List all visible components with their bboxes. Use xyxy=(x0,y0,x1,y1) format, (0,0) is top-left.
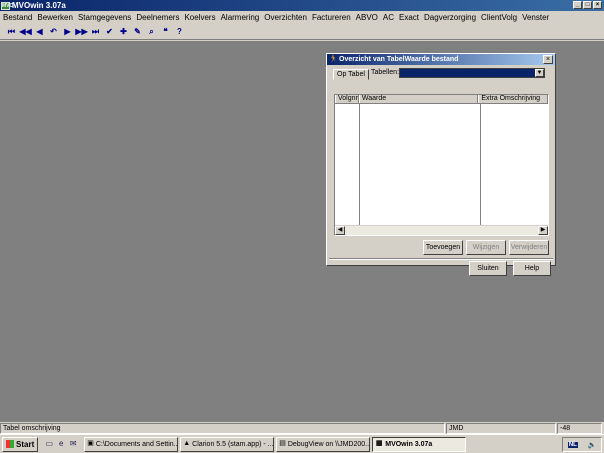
menu-koelvers[interactable]: Koelvers xyxy=(184,13,215,22)
status-bar: Tabel omschrijving JMD -48 xyxy=(0,423,604,434)
task-mvowin[interactable]: ▦ MVOwin 3.07a xyxy=(372,436,467,452)
status-user: JMD xyxy=(446,423,556,434)
menu-overzichten[interactable]: Overzichten xyxy=(264,13,307,22)
status-code: -48 xyxy=(557,423,602,434)
minimize-button[interactable]: _ xyxy=(573,1,582,9)
menu-clientvolg[interactable]: ClientVolg xyxy=(481,13,517,22)
prev-record-icon[interactable]: ◀ xyxy=(33,25,46,38)
toolbar: ⏮ ◀◀ ◀ ↶ ▶ ▶▶ ⏭ ✔ ✚ ✎ ⌕ ❝ ? xyxy=(0,24,604,40)
undo-icon[interactable]: ↶ xyxy=(47,25,60,38)
menu-bestand[interactable]: Bestand xyxy=(3,13,32,22)
prev-page-icon[interactable]: ◀◀ xyxy=(19,25,32,38)
menu-factureren[interactable]: Factureren xyxy=(312,13,351,22)
help-button[interactable]: Help xyxy=(513,261,551,276)
verwijderen-button[interactable]: Verwijderen xyxy=(509,240,549,255)
start-label: Start xyxy=(16,439,35,449)
quick-launch: ▭ e ✉ xyxy=(44,439,78,449)
tabellen-label: Tabellen: xyxy=(371,69,400,76)
task-explorer[interactable]: ▣ C:\Documents and Settin... xyxy=(84,436,179,452)
windows-logo-icon xyxy=(6,440,14,448)
desktop-icon[interactable]: ▭ xyxy=(44,439,54,449)
col-divider xyxy=(359,104,360,225)
dialog-title-bar: 🏃 Overzicht van TabelWaarde bestand xyxy=(327,54,555,65)
horizontal-scrollbar[interactable]: ◀ ▶ xyxy=(335,225,548,235)
task-label: Clarion 5.5 (stam.app) - ... xyxy=(192,440,274,448)
search-icon[interactable]: ⌕ xyxy=(145,25,158,38)
next-record-icon[interactable]: ▶ xyxy=(61,25,74,38)
mdi-area: 🏃 Overzicht van TabelWaarde bestand × Op… xyxy=(0,41,604,422)
dialog-separator xyxy=(329,258,553,260)
maximize-button[interactable]: □ xyxy=(583,1,592,9)
menu-alarmering[interactable]: Alarmering xyxy=(221,13,260,22)
menu-deelnemers[interactable]: Deelnemers xyxy=(136,13,179,22)
menu-ac[interactable]: AC xyxy=(383,13,394,22)
scroll-left-icon[interactable]: ◀ xyxy=(335,226,345,235)
clarion-icon: ▲ xyxy=(183,440,191,447)
language-indicator[interactable]: NL xyxy=(567,441,578,448)
title-bar: MVO MVOwin 3.07a _ □ × xyxy=(0,0,604,11)
edit-icon[interactable]: ✎ xyxy=(131,25,144,38)
sluiten-button[interactable]: Sluiten xyxy=(469,261,507,276)
scroll-right-icon[interactable]: ▶ xyxy=(538,226,548,235)
next-page-icon[interactable]: ▶▶ xyxy=(75,25,88,38)
task-label: C:\Documents and Settin... xyxy=(95,440,179,448)
data-grid[interactable]: Volgnr Waarde Extra Omschrijving ◀ ▶ xyxy=(334,94,549,236)
task-clarion[interactable]: ▲ Clarion 5.5 (stam.app) - ... xyxy=(180,436,275,452)
dialog-close-button[interactable]: × xyxy=(543,55,553,64)
task-label: DebugView on \\JMD200... xyxy=(287,440,371,448)
quote-icon[interactable]: ❝ xyxy=(159,25,172,38)
col-divider xyxy=(480,104,481,225)
runner-icon: 🏃 xyxy=(329,56,338,63)
menu-abvo[interactable]: ABVO xyxy=(356,13,378,22)
taskbar: Start ▭ e ✉ ▣ C:\Documents and Settin...… xyxy=(0,434,604,453)
col-waarde[interactable]: Waarde xyxy=(358,95,479,103)
help-icon[interactable]: ? xyxy=(173,25,186,38)
ie-icon[interactable]: e xyxy=(56,439,66,449)
menu-bar: Bestand Bewerken Stamgegevens Deelnemers… xyxy=(0,11,604,24)
col-volgnr[interactable]: Volgnr xyxy=(335,95,359,103)
task-label: MVOwin 3.07a xyxy=(385,440,433,448)
start-button[interactable]: Start xyxy=(2,436,39,452)
folder-icon: ▣ xyxy=(87,440,94,447)
menu-bewerken[interactable]: Bewerken xyxy=(37,13,73,22)
debugview-icon: ▤ xyxy=(279,440,286,447)
tabellen-select[interactable]: ▼ xyxy=(399,68,545,78)
check-icon[interactable]: ✔ xyxy=(103,25,116,38)
menu-dagverzorging[interactable]: Dagverzorging xyxy=(424,13,476,22)
add-icon[interactable]: ✚ xyxy=(117,25,130,38)
menu-venster[interactable]: Venster xyxy=(522,13,549,22)
grid-header: Volgnr Waarde Extra Omschrijving xyxy=(335,95,548,104)
dialog-title: Overzicht van TabelWaarde bestand xyxy=(339,56,459,63)
status-text: Tabel omschrijving xyxy=(0,423,445,434)
menu-stamgegevens[interactable]: Stamgegevens xyxy=(78,13,131,22)
outlook-icon[interactable]: ✉ xyxy=(68,439,78,449)
mvo-icon: ▦ xyxy=(375,440,383,447)
col-extra-omschrijving[interactable]: Extra Omschrijving xyxy=(478,95,548,103)
speaker-icon[interactable]: 🔈 xyxy=(587,441,596,449)
chevron-down-icon[interactable]: ▼ xyxy=(535,69,544,77)
close-button[interactable]: × xyxy=(593,1,602,9)
task-debugview[interactable]: ▤ DebugView on \\JMD200... xyxy=(276,436,371,452)
last-record-icon[interactable]: ⏭ xyxy=(89,25,102,38)
tabelwaarde-dialog: 🏃 Overzicht van TabelWaarde bestand × Op… xyxy=(326,53,556,276)
first-record-icon[interactable]: ⏮ xyxy=(5,25,18,38)
menu-exact[interactable]: Exact xyxy=(399,13,419,22)
app-window: MVO MVOwin 3.07a _ □ × Bestand Bewerken … xyxy=(0,0,604,453)
toevoegen-button[interactable]: Toevoegen xyxy=(423,240,463,255)
app-icon: MVO xyxy=(1,1,14,10)
wijzigen-button[interactable]: Wijzigen xyxy=(466,240,506,255)
window-title: MVOwin 3.07a xyxy=(12,1,66,10)
system-tray: NL 🔈 xyxy=(562,437,602,452)
